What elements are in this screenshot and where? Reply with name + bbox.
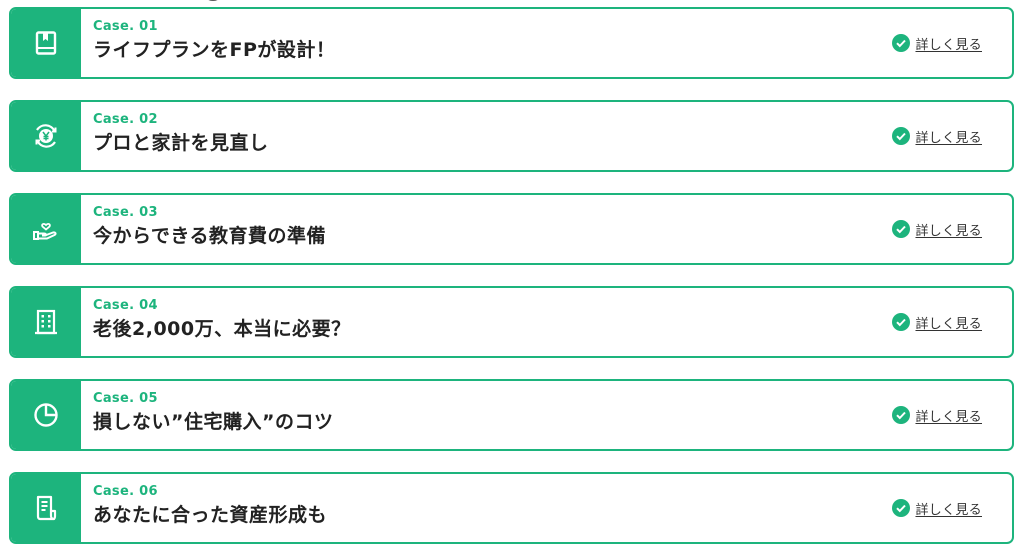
yen-cycle-icon [35,124,57,148]
hand-heart-icon [33,223,57,240]
case-title: あなたに合った資産形成も [93,504,328,526]
case-card-05[interactable]: Case. 05 損しない”住宅購入”のコツ 詳しく見る [9,379,1014,451]
check-circle-icon [892,34,911,52]
case-label: Case. 03 [93,205,158,220]
check-circle-icon [892,127,911,145]
page: Case. 01 ライフプランをFPが設計！ 詳しく見る Case. 02 プロ… [0,0,1024,548]
see-more-link[interactable]: 詳しく見る [915,499,982,518]
case-label: Case. 01 [93,19,158,34]
building-icon [35,309,57,335]
case-text: Case. 03 今からできる教育費の準備 [81,195,892,263]
case-title: 損しない”住宅購入”のコツ [93,411,334,433]
case-text: Case. 02 プロと家計を見直し [81,102,892,170]
see-more[interactable]: 詳しく見る [892,474,1012,542]
see-more[interactable]: 詳しく見る [892,102,1012,170]
see-more[interactable]: 詳しく見る [892,195,1012,263]
case-title: 今からできる教育費の準備 [93,225,327,247]
cut-off-heading-decoration [185,0,305,4]
see-more-link[interactable]: 詳しく見る [915,220,982,239]
see-more-link[interactable]: 詳しく見る [915,34,982,53]
check-circle-icon [892,313,911,331]
case-card-02[interactable]: Case. 02 プロと家計を見直し 詳しく見る [9,100,1014,172]
case-icon-box [11,474,81,542]
case-title: 老後2,000万、本当に必要？ [93,318,351,340]
book-icon [35,31,57,55]
case-label: Case. 04 [93,298,158,313]
pie-chart-icon [34,403,58,427]
see-more-link[interactable]: 詳しく見る [915,406,982,425]
case-title: プロと家計を見直し [93,132,269,154]
case-label: Case. 06 [93,484,158,499]
case-icon-box [11,381,81,449]
see-more[interactable]: 詳しく見る [892,9,1012,77]
check-circle-icon [892,499,911,517]
case-title: ライフプランをFPが設計！ [93,39,336,61]
see-more[interactable]: 詳しく見る [892,381,1012,449]
case-text: Case. 04 老後2,000万、本当に必要？ [81,288,892,356]
case-label: Case. 05 [93,391,158,406]
case-icon-box [11,9,81,77]
see-more-link[interactable]: 詳しく見る [915,127,982,146]
case-card-01[interactable]: Case. 01 ライフプランをFPが設計！ 詳しく見る [9,7,1014,79]
check-circle-icon [892,220,911,238]
case-card-03[interactable]: Case. 03 今からできる教育費の準備 詳しく見る [9,193,1014,265]
case-icon-box [11,102,81,170]
document-icon [36,495,57,521]
see-more[interactable]: 詳しく見る [892,288,1012,356]
case-icon-box [11,288,81,356]
case-label: Case. 02 [93,112,158,127]
case-text: Case. 01 ライフプランをFPが設計！ [81,9,892,77]
case-card-06[interactable]: Case. 06 あなたに合った資産形成も 詳しく見る [9,472,1014,544]
case-text: Case. 05 損しない”住宅購入”のコツ [81,381,892,449]
case-icon-box [11,195,81,263]
case-text: Case. 06 あなたに合った資産形成も [81,474,892,542]
check-circle-icon [892,406,911,424]
see-more-link[interactable]: 詳しく見る [915,313,982,332]
case-list: Case. 01 ライフプランをFPが設計！ 詳しく見る Case. 02 プロ… [9,7,1014,548]
case-card-04[interactable]: Case. 04 老後2,000万、本当に必要？ 詳しく見る [9,286,1014,358]
